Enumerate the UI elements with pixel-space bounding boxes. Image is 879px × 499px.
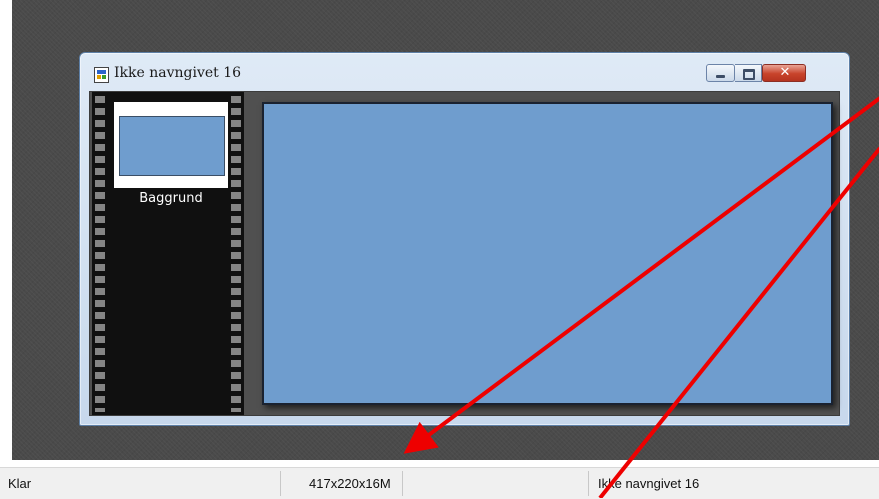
status-separator xyxy=(280,471,281,496)
document-client-area: Baggrund xyxy=(89,91,840,416)
status-document-name: Ikke navngivet 16 xyxy=(598,476,700,491)
image-canvas[interactable] xyxy=(262,102,833,405)
close-button[interactable]: ✕ xyxy=(762,64,806,82)
minimize-icon xyxy=(716,75,725,78)
document-window[interactable]: Ikke navngivet 16 ✕ Baggrund xyxy=(79,52,850,426)
document-title-bar[interactable]: Ikke navngivet 16 ✕ xyxy=(80,53,849,91)
film-sprocket-right xyxy=(231,96,241,412)
minimize-button[interactable] xyxy=(706,64,735,82)
status-bar: Klar 417x220x16M Ikke navngivet 16 xyxy=(0,467,879,499)
close-icon: ✕ xyxy=(779,65,791,80)
layer-thumbnail[interactable] xyxy=(114,102,228,188)
window-title: Ikke navngivet 16 xyxy=(114,65,242,81)
status-image-info: 417x220x16M xyxy=(309,476,391,491)
status-separator xyxy=(588,471,589,496)
film-sprocket-left xyxy=(95,96,105,412)
maximize-button[interactable] xyxy=(735,64,762,82)
layer-thumbnail-label: Baggrund xyxy=(139,191,203,206)
layer-thumbnail-image xyxy=(119,116,225,176)
document-icon xyxy=(94,67,109,83)
maximize-icon xyxy=(743,69,755,80)
status-separator xyxy=(402,471,403,496)
left-strip xyxy=(0,0,12,460)
layer-filmstrip: Baggrund xyxy=(92,92,244,415)
status-ready: Klar xyxy=(8,476,32,491)
